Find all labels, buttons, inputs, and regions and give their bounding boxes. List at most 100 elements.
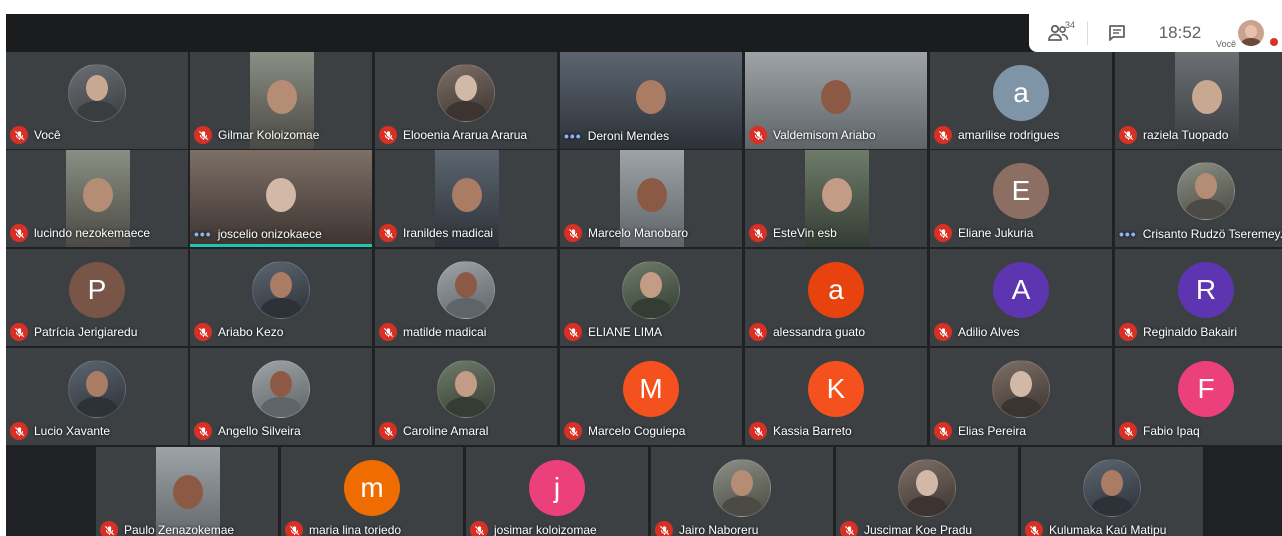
participant-avatar	[252, 359, 310, 418]
participant-tile[interactable]: R Reginaldo Bakairi	[1115, 249, 1282, 346]
participant-tile[interactable]: Iranildes madicai	[375, 150, 557, 247]
participant-tile[interactable]: Ariabo Kezo	[190, 249, 372, 346]
participant-name-bar: Angello Silveira	[194, 422, 370, 440]
mic-off-icon	[934, 422, 952, 440]
participant-avatar: F	[1178, 360, 1234, 417]
participant-name-bar: Lucio Xavante	[10, 422, 186, 440]
mic-off-icon	[564, 224, 582, 242]
participant-tile[interactable]: E Eliane Jukuria	[930, 150, 1112, 247]
participant-name-bar: ELIANE LIMA	[564, 323, 740, 341]
mic-muted-indicator	[1270, 38, 1278, 46]
participant-tile[interactable]: ••• Deroni Mendes	[560, 52, 742, 149]
participant-tile[interactable]: F Fabio Ipaq	[1115, 348, 1282, 445]
participant-name-bar: Gilmar Koloizomae	[194, 126, 370, 144]
participant-avatar	[713, 458, 771, 517]
mic-off-icon	[564, 422, 582, 440]
participant-name-bar: Kulumaka Kaú Matipu	[1025, 521, 1201, 536]
participant-name-bar: lucindo nezokemaece	[10, 224, 186, 242]
mic-off-icon	[564, 323, 582, 341]
participant-tile[interactable]: K Kassia Barreto	[745, 348, 927, 445]
participant-tile[interactable]: m maria lina toriedo	[281, 447, 463, 536]
mic-off-icon	[10, 323, 28, 341]
mic-off-icon	[194, 323, 212, 341]
participant-avatar	[1177, 161, 1235, 220]
participant-tile[interactable]: ••• Crisanto Rudzö Tseremey.	[1115, 150, 1282, 247]
avatar-letter: a	[1013, 76, 1029, 108]
participant-name: amarilise rodrigues	[958, 128, 1060, 142]
participant-tile[interactable]: a amarilise rodrigues	[930, 52, 1112, 149]
participant-name: ELIANE LIMA	[588, 325, 663, 339]
participant-tile[interactable]: matilde madicai	[375, 249, 557, 346]
participant-tile[interactable]: ELIANE LIMA	[560, 249, 742, 346]
participant-tile[interactable]: EsteVin esb	[745, 150, 927, 247]
avatar-letter: m	[360, 471, 384, 503]
avatar-letter: R	[1195, 273, 1217, 305]
participant-tile[interactable]: lucindo nezokemaece	[6, 150, 188, 247]
participant-avatar: E	[993, 162, 1049, 219]
participant-tile[interactable]: ••• joscelio onizokaece	[190, 150, 372, 247]
participant-tile[interactable]: Elias Pereira	[930, 348, 1112, 445]
mic-off-icon	[379, 126, 397, 144]
mic-off-icon	[1119, 422, 1137, 440]
self-label: Você	[1216, 39, 1237, 49]
participant-tile[interactable]: Gilmar Koloizomae	[190, 52, 372, 149]
speaking-dots-icon: •••	[1119, 226, 1137, 242]
participant-name: Angello Silveira	[218, 424, 301, 438]
participant-tile[interactable]: Elooenia Ararua Ararua	[375, 52, 557, 149]
participant-name-bar: matilde madicai	[379, 323, 555, 341]
participant-name: raziela Tuopado	[1143, 128, 1229, 142]
mic-off-icon	[934, 126, 952, 144]
participant-name: Kulumaka Kaú Matipu	[1049, 523, 1167, 536]
clock: 18:52	[1158, 23, 1202, 42]
mic-off-icon	[379, 323, 397, 341]
participant-name: Eliane Jukuria	[958, 226, 1034, 240]
chat-button[interactable]	[1088, 24, 1146, 42]
participant-tile[interactable]: a alessandra guato	[745, 249, 927, 346]
participant-name: Deroni Mendes	[587, 129, 670, 143]
participant-tile[interactable]: Você	[6, 52, 188, 149]
avatar-letter: A	[1011, 273, 1031, 305]
participant-name-bar: josimar koloizomae	[470, 521, 646, 536]
mic-off-icon	[749, 422, 767, 440]
self-view[interactable]: Você	[1214, 14, 1278, 52]
people-button[interactable]: 34	[1029, 20, 1087, 42]
participant-name-bar: Paulo Zenazokemae	[100, 521, 276, 536]
participant-tile[interactable]: raziela Tuopado	[1115, 52, 1282, 149]
participant-name-bar: EsteVin esb	[749, 224, 925, 242]
participant-tile[interactable]: A Adilio Alves	[930, 249, 1112, 346]
participant-name: Valdemisom Ariabo	[773, 128, 876, 142]
mic-off-icon	[840, 521, 858, 536]
participant-name: Elooenia Ararua Ararua	[403, 128, 528, 142]
participant-name: maria lina toriedo	[309, 523, 402, 536]
avatar-letter: K	[826, 372, 846, 404]
participant-tile[interactable]: Angello Silveira	[190, 348, 372, 445]
participant-tile[interactable]: P Patrícia Jerigiaredu	[6, 249, 188, 346]
participant-tile[interactable]: Juscimar Koe Pradu	[836, 447, 1018, 536]
mic-off-icon	[285, 521, 303, 536]
participant-name: Reginaldo Bakairi	[1143, 325, 1238, 339]
participant-avatar: m	[344, 459, 400, 516]
participant-name: joscelio onizokaece	[217, 227, 322, 241]
participant-tile[interactable]: Marcelo Manobaro	[560, 150, 742, 247]
speaking-dots-icon: •••	[564, 128, 582, 144]
mic-off-icon	[934, 224, 952, 242]
participant-tile[interactable]: Valdemisom Ariabo	[745, 52, 927, 149]
participant-name: Marcelo Coguiepa	[588, 424, 686, 438]
self-avatar	[1238, 20, 1264, 46]
participant-tile[interactable]: Lucio Xavante	[6, 348, 188, 445]
participant-tile[interactable]: Caroline Amaral	[375, 348, 557, 445]
participant-tile[interactable]: M Marcelo Coguiepa	[560, 348, 742, 445]
participant-tile[interactable]: Paulo Zenazokemae	[96, 447, 278, 536]
participant-name-bar: ••• Crisanto Rudzö Tseremey.	[1119, 226, 1282, 242]
participant-avatar: a	[993, 64, 1049, 121]
participant-tile[interactable]: Kulumaka Kaú Matipu	[1021, 447, 1203, 536]
participant-tile[interactable]: j josimar koloizomae	[466, 447, 648, 536]
mic-off-icon	[100, 521, 118, 536]
participant-tile[interactable]: Jairo Naboreru	[651, 447, 833, 536]
participant-avatar: R	[1178, 261, 1234, 318]
participant-name: Adilio Alves	[958, 325, 1020, 339]
participant-name: EsteVin esb	[773, 226, 837, 240]
participant-avatar: K	[808, 360, 864, 417]
participant-name: josimar koloizomae	[494, 523, 597, 536]
participant-avatar: j	[529, 459, 585, 516]
